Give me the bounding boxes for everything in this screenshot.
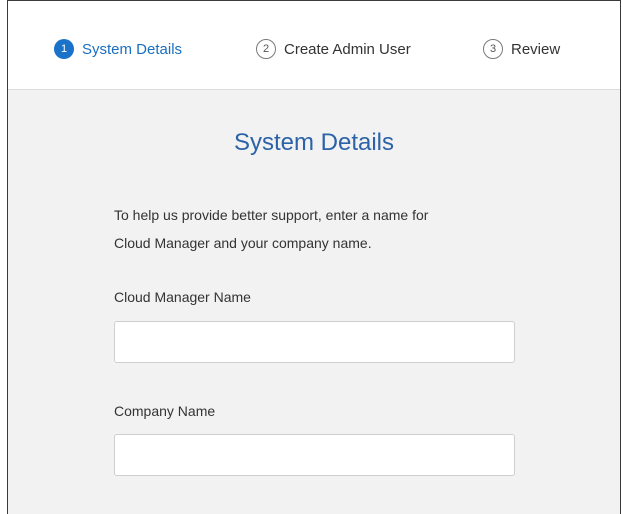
company-name-input[interactable] [114, 434, 515, 476]
step-number-1-icon: 1 [54, 39, 74, 59]
intro-text: To help us provide better support, enter… [114, 201, 524, 257]
step-number-2-icon: 2 [256, 39, 276, 59]
intro-line-2: Cloud Manager and your company name. [114, 235, 372, 251]
wizard-stepper: 1 System Details 2 Create Admin User 3 R… [8, 1, 620, 90]
cloud-manager-name-input[interactable] [114, 321, 515, 363]
step-label-review: Review [511, 40, 561, 58]
step-label-create-admin-user: Create Admin User [284, 40, 411, 58]
step-create-admin-user[interactable]: 2 Create Admin User [256, 37, 411, 61]
step-number-3-icon: 3 [483, 39, 503, 59]
step-label-system-details: System Details [82, 40, 183, 58]
page-title: System Details [233, 129, 395, 156]
step-review[interactable]: 3 Review [483, 37, 560, 61]
company-name-label: Company Name [114, 403, 216, 419]
setup-wizard: 1 System Details 2 Create Admin User 3 R… [7, 0, 621, 514]
intro-line-1: To help us provide better support, enter… [114, 207, 429, 223]
cloud-manager-name-label: Cloud Manager Name [114, 289, 251, 305]
step-system-details[interactable]: 1 System Details [54, 37, 182, 61]
